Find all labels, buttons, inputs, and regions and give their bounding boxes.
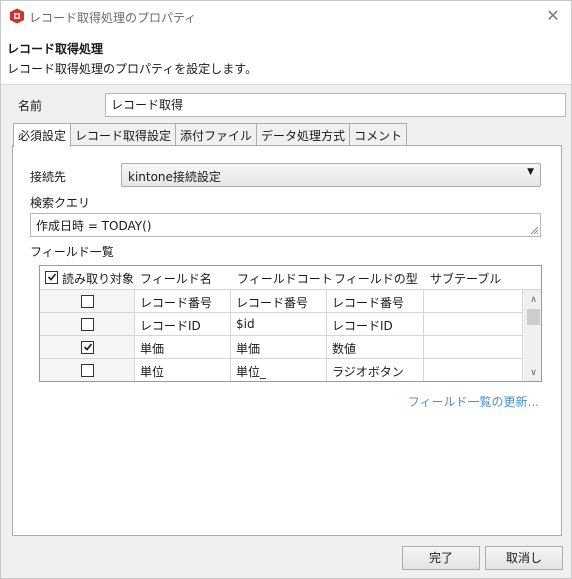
field-name-cell: 単位 xyxy=(135,359,231,381)
tab-strip: 必須設定 レコード取得設定 添付ファイル データ処理方式 コメント xyxy=(13,123,408,147)
subtable-cell xyxy=(424,313,523,336)
column-header-field-name: フィールド名 xyxy=(140,272,212,286)
field-code-cell: レコード番号 xyxy=(231,290,327,313)
dialog-header: レコード取得処理 レコード取得処理のプロパティを設定します。 xyxy=(1,31,571,85)
scroll-down-icon[interactable]: ∨ xyxy=(525,365,541,381)
field-code-cell: 単価 xyxy=(231,336,327,359)
row-checkbox[interactable] xyxy=(81,295,94,308)
row-checkbox[interactable] xyxy=(81,364,94,377)
refresh-field-list-link[interactable]: フィールド一覧の更新... xyxy=(408,393,539,410)
row-checkbox-cell[interactable] xyxy=(40,313,135,336)
scroll-thumb[interactable] xyxy=(527,309,540,325)
grid-header: 読み取り対象 フィールド名 フィールドコート フィールドの型 サブテーブル xyxy=(40,266,541,290)
field-list-label: フィールド一覧 xyxy=(30,245,114,259)
tab-attachments[interactable]: 添付ファイル xyxy=(175,123,258,145)
query-label: 検索クエリ xyxy=(30,196,91,210)
tab-record-fetch-settings[interactable]: レコード取得設定 xyxy=(70,123,177,145)
cancel-button[interactable]: 取消し xyxy=(485,546,563,570)
column-header-field-type: フィールドの型 xyxy=(334,272,418,286)
column-header-subtable: サブテーブル xyxy=(430,272,502,286)
scroll-up-icon[interactable]: ∧ xyxy=(525,292,541,308)
field-type-cell: ラジオボタン xyxy=(327,359,424,381)
table-row[interactable]: レコードID $id レコードID xyxy=(40,313,523,336)
field-list-grid: 読み取り対象 フィールド名 フィールドコート フィールドの型 サブテーブル レコ… xyxy=(39,265,542,382)
connection-select[interactable]: kintone接続設定 ▼ xyxy=(121,163,541,187)
tab-comment[interactable]: コメント xyxy=(349,123,408,145)
row-checkbox-cell[interactable] xyxy=(40,336,135,359)
header-title: レコード取得処理 xyxy=(7,42,104,56)
checkmark-icon xyxy=(47,273,57,281)
resize-grip-icon[interactable] xyxy=(529,225,539,235)
connection-selected-value: kintone接続設定 xyxy=(128,170,221,184)
dropdown-arrow-icon: ▼ xyxy=(527,167,534,177)
field-name-cell: レコード番号 xyxy=(135,290,231,313)
row-checkbox[interactable] xyxy=(81,341,94,354)
name-input[interactable]: レコード取得 xyxy=(105,93,566,117)
column-header-field-code: フィールドコート xyxy=(237,272,333,286)
query-textarea[interactable]: 作成日時 = TODAY() xyxy=(30,213,541,237)
properties-dialog: レコード取得処理のプロパティ ✕ レコード取得処理 レコード取得処理のプロパティ… xyxy=(0,0,572,579)
query-value: 作成日時 = TODAY() xyxy=(36,219,152,233)
row-checkbox[interactable] xyxy=(81,318,94,331)
tab-panel-required: 接続先 kintone接続設定 ▼ 検索クエリ 作成日時 = TODAY() フ… xyxy=(12,145,562,536)
field-name-cell: レコードID xyxy=(135,313,231,336)
finish-button[interactable]: 完了 xyxy=(402,546,480,570)
table-row[interactable]: 単位 単位_ ラジオボタン xyxy=(40,359,523,381)
subtable-cell xyxy=(424,336,523,359)
row-checkbox-cell[interactable] xyxy=(40,359,135,381)
close-button[interactable]: ✕ xyxy=(543,6,563,26)
checkmark-icon xyxy=(83,343,93,351)
field-type-cell: 数値 xyxy=(327,336,424,359)
name-label: 名前 xyxy=(18,99,43,113)
field-code-cell: $id xyxy=(231,313,327,336)
column-header-read-target: 読み取り対象 xyxy=(62,272,135,286)
row-checkbox-cell[interactable] xyxy=(40,290,135,313)
vertical-scrollbar[interactable]: ∧ ∨ xyxy=(524,290,541,381)
field-name-cell: 単価 xyxy=(135,336,231,359)
subtable-cell xyxy=(424,359,523,381)
close-icon: ✕ xyxy=(546,6,560,25)
tab-required-settings[interactable]: 必須設定 xyxy=(13,123,72,147)
table-row[interactable]: レコード番号 レコード番号 レコード番号 xyxy=(40,290,523,313)
window-title: レコード取得処理のプロパティ xyxy=(29,11,197,25)
field-type-cell: レコード番号 xyxy=(327,290,424,313)
subtable-cell xyxy=(424,290,523,313)
header-description: レコード取得処理のプロパティを設定します。 xyxy=(7,62,258,76)
title-bar: レコード取得処理のプロパティ ✕ xyxy=(1,1,571,31)
app-logo-icon xyxy=(10,8,24,24)
field-type-cell: レコードID xyxy=(327,313,424,336)
select-all-checkbox[interactable] xyxy=(45,271,58,284)
field-code-cell: 単位_ xyxy=(231,359,327,381)
tab-data-processing[interactable]: データ処理方式 xyxy=(256,123,351,145)
table-row[interactable]: 単価 単価 数値 xyxy=(40,336,523,359)
connection-label: 接続先 xyxy=(30,170,67,184)
